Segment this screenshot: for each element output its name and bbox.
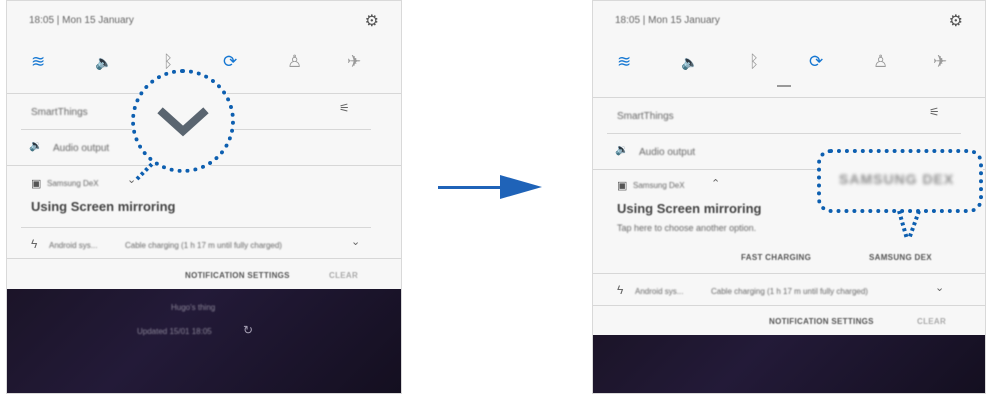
app-icon: ▣ — [617, 180, 628, 192]
app-icon: ▣ — [31, 178, 42, 190]
audio-output-label[interactable]: Audio output — [53, 143, 109, 154]
charging-chevron-icon[interactable]: ⌄ — [351, 235, 360, 248]
status-bar-text: 18:05 | Mon 15 January — [615, 15, 720, 26]
airplane-mode-icon[interactable]: ✈ — [933, 51, 947, 73]
notification-panel-expanded: 18:05 | Mon 15 January ⚙ ≋ 🔈 ᛒ ⟳ ♙ ✈ Sma… — [592, 0, 986, 394]
wifi-icon[interactable]: ≋ — [31, 51, 45, 73]
auto-rotate-icon[interactable]: ⟳ — [809, 51, 823, 73]
auto-rotate-icon[interactable]: ⟳ — [223, 51, 237, 73]
notification-title[interactable]: Using Screen mirroring — [31, 199, 175, 214]
notification-app-name: Samsung DeX — [633, 181, 685, 190]
lock-screen-background — [593, 335, 985, 393]
chevron-down-icon — [157, 107, 209, 137]
divider — [21, 227, 371, 228]
callout-circle — [131, 69, 235, 173]
charging-chevron-icon[interactable]: ⌄ — [935, 281, 944, 294]
notification-app-name: Samsung DeX — [47, 179, 99, 188]
quick-settings-row: ≋ 🔈 ᛒ ⟳ ♙ ✈ — [593, 51, 985, 77]
charging-app-name: Android sys... — [49, 241, 98, 250]
charging-bolt-icon: ϟ — [31, 237, 38, 251]
lock-screen-line-1: Hugo's thing — [171, 303, 216, 312]
sound-icon[interactable]: 🔈 — [681, 51, 698, 73]
smartthings-label[interactable]: SmartThings — [617, 111, 674, 122]
audio-output-icon: 🔉 — [615, 144, 629, 156]
callout-tail — [135, 161, 155, 181]
lock-screen-line-2: Updated 15/01 18:05 — [137, 327, 212, 336]
sound-icon[interactable]: 🔈 — [95, 51, 112, 73]
smartthings-label[interactable]: SmartThings — [31, 107, 88, 118]
samsung-dex-button[interactable]: SAMSUNG DEX — [869, 253, 932, 262]
flashlight-icon[interactable]: ♙ — [873, 51, 888, 73]
divider — [593, 273, 985, 274]
wifi-icon[interactable]: ≋ — [617, 51, 631, 73]
tune-icon[interactable]: ⚟ — [929, 105, 940, 119]
notification-title[interactable]: Using Screen mirroring — [617, 201, 761, 216]
notification-panel-collapsed: 18:05 | Mon 15 January ⚙ ≋ 🔈 ᛒ ⟳ ♙ ✈ Sma… — [6, 0, 402, 394]
charging-app-name: Android sys... — [635, 287, 684, 296]
fast-charging-button[interactable]: FAST CHARGING — [741, 253, 811, 262]
bluetooth-icon[interactable]: ᛒ — [749, 51, 759, 73]
divider — [593, 305, 985, 306]
callout-tail — [897, 210, 921, 240]
flashlight-icon[interactable]: ♙ — [287, 51, 302, 73]
tune-icon[interactable]: ⚟ — [339, 101, 350, 115]
clear-button[interactable]: CLEAR — [329, 271, 358, 280]
audio-output-icon: 🔉 — [29, 140, 43, 152]
notification-subtitle[interactable]: Tap here to choose another option. — [617, 223, 756, 233]
audio-output-label[interactable]: Audio output — [639, 147, 695, 158]
callout-text: SAMSUNG DEX — [839, 171, 955, 187]
charging-status-text[interactable]: Cable charging (1 h 17 m until fully cha… — [711, 287, 868, 296]
divider — [7, 258, 401, 259]
transition-arrow-head — [500, 175, 542, 199]
callout-box: SAMSUNG DEX — [817, 149, 983, 213]
refresh-icon[interactable]: ↻ — [243, 323, 253, 337]
settings-gear-icon[interactable]: ⚙ — [365, 11, 379, 31]
lock-screen-background: Hugo's thing Updated 15/01 18:05 ↻ — [7, 289, 401, 393]
settings-gear-icon[interactable]: ⚙ — [949, 11, 963, 31]
clear-button[interactable]: CLEAR — [917, 317, 946, 326]
divider — [607, 133, 961, 134]
notification-settings-button[interactable]: NOTIFICATION SETTINGS — [769, 317, 874, 326]
charging-bolt-icon: ϟ — [617, 283, 624, 297]
airplane-mode-icon[interactable]: ✈ — [347, 51, 361, 73]
transition-arrow — [438, 186, 504, 189]
notification-settings-button[interactable]: NOTIFICATION SETTINGS — [185, 271, 290, 280]
drag-handle[interactable] — [777, 85, 791, 87]
divider — [593, 97, 985, 98]
charging-status-text[interactable]: Cable charging (1 h 17 m until fully cha… — [125, 241, 282, 250]
status-bar-text: 18:05 | Mon 15 January — [29, 15, 134, 26]
collapse-chevron-icon[interactable]: ⌃ — [711, 177, 720, 190]
